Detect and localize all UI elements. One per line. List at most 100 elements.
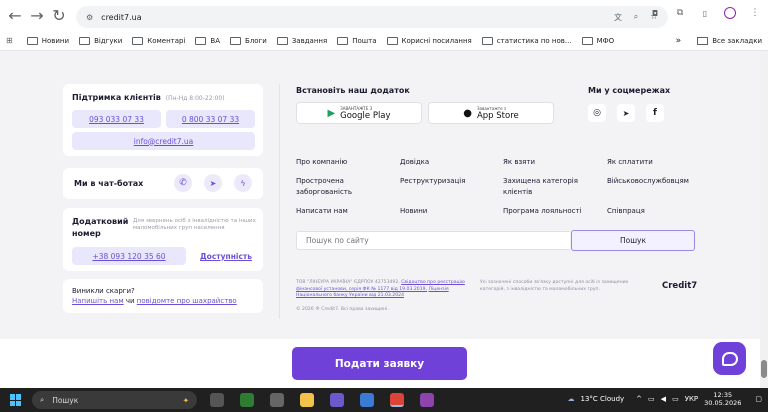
footer-link[interactable]: Довідка bbox=[400, 157, 429, 168]
app-icon[interactable] bbox=[420, 393, 434, 407]
scrollbar-thumb[interactable] bbox=[761, 360, 767, 378]
site-search-input[interactable] bbox=[296, 231, 570, 250]
tray-chevron-icon[interactable]: ^ bbox=[636, 395, 642, 403]
site-info-icon[interactable]: ⚙ bbox=[86, 13, 93, 22]
footer-link[interactable]: Про компанію bbox=[296, 157, 347, 168]
apple-icon: ● bbox=[463, 107, 472, 119]
divider bbox=[279, 84, 280, 319]
folder-icon bbox=[26, 36, 38, 45]
copilot-app-icon[interactable] bbox=[330, 393, 344, 407]
folder-icon bbox=[276, 36, 288, 45]
calculator-app-icon[interactable] bbox=[270, 393, 284, 407]
weather-text[interactable]: 13°C Cloudy bbox=[581, 395, 625, 403]
bookmark-item[interactable]: Пошта bbox=[337, 36, 377, 45]
folder-icon bbox=[79, 36, 91, 45]
footer-link[interactable]: Як взяти bbox=[503, 157, 535, 168]
telegram-icon[interactable]: ➤ bbox=[204, 174, 222, 192]
sidebar-icon[interactable]: ▯ bbox=[698, 6, 712, 20]
app-icon[interactable] bbox=[360, 393, 374, 407]
chatbots-card: Ми в чат-ботах ✆ ➤ ϟ bbox=[63, 168, 263, 199]
accessibility-link[interactable]: Доступність bbox=[200, 252, 252, 261]
extensions-icon[interactable]: ⧉ bbox=[673, 6, 687, 20]
google-play-button[interactable]: ▶ ЗАВАНТАЖТЕ З Google Play bbox=[296, 102, 422, 124]
extra-phone-link[interactable]: +38 093 120 35 60 bbox=[72, 247, 186, 265]
report-fraud-link[interactable]: повідомте про шахрайство bbox=[137, 297, 237, 305]
instagram-icon[interactable]: ◎ bbox=[588, 104, 606, 122]
folder-icon bbox=[337, 36, 349, 45]
chatbots-title: Ми в чат-ботах bbox=[74, 179, 144, 188]
footer-link[interactable]: Прострочена заборгованість bbox=[296, 176, 386, 198]
messenger-icon[interactable]: ϟ bbox=[234, 174, 252, 192]
chat-widget-button[interactable] bbox=[713, 342, 746, 375]
footer-link[interactable]: Співпраця bbox=[607, 206, 645, 217]
windows-start-icon[interactable] bbox=[10, 394, 22, 406]
complaints-card: Виникли скарги? Напишіть нам чи повідомт… bbox=[63, 279, 263, 313]
network-icon[interactable]: ▭ bbox=[648, 395, 655, 403]
accessibility-note: Усі зазначені способи зв'язку доступні д… bbox=[480, 280, 629, 292]
complaints-joiner: чи bbox=[125, 297, 135, 305]
forward-icon[interactable]: → bbox=[28, 6, 46, 25]
more-bookmarks-button[interactable]: » bbox=[676, 36, 682, 46]
profile-avatar[interactable] bbox=[723, 6, 737, 20]
camera-icon[interactable]: ◘ bbox=[648, 6, 662, 20]
widgets-app-icon[interactable] bbox=[240, 393, 254, 407]
address-bar[interactable]: ⚙ credit7.ua 文 ⌕ ☆ bbox=[76, 6, 668, 28]
footer-link[interactable]: Написати нам bbox=[296, 206, 348, 217]
footer-link[interactable]: Військовослужбовцям bbox=[607, 176, 689, 187]
app-store-button[interactable]: ● Завантажте з App Store bbox=[428, 102, 554, 124]
bookmark-item[interactable]: Блоги bbox=[230, 36, 267, 45]
chrome-app-icon[interactable] bbox=[390, 393, 404, 407]
folder-icon bbox=[230, 36, 242, 45]
bookmark-item[interactable]: статистика по нов... bbox=[481, 36, 572, 45]
taskbar-search[interactable]: ⌕ Пошук ✦ bbox=[32, 391, 197, 409]
search-button[interactable]: Пошук bbox=[571, 230, 695, 251]
email-link[interactable]: info@credit7.ua bbox=[72, 132, 255, 150]
bookmark-item[interactable]: МФО bbox=[581, 36, 614, 45]
free-phone-link[interactable]: 0 800 33 07 33 bbox=[166, 110, 255, 128]
folder-icon bbox=[132, 36, 144, 45]
footer-link[interactable]: Захищена категорія клієнтів bbox=[503, 176, 598, 198]
apply-button[interactable]: Подати заявку bbox=[292, 347, 467, 380]
volume-icon[interactable]: ◀ bbox=[661, 395, 666, 403]
translate-icon[interactable]: 文 bbox=[612, 11, 624, 23]
legal-text: ТОВ "ЛІНЕУРА УКРАЇНА" ЄДРПОУ 42753492, С… bbox=[296, 280, 465, 298]
reload-icon[interactable]: ↻ bbox=[50, 6, 68, 25]
menu-icon[interactable]: ⋮ bbox=[748, 6, 762, 20]
footer-link[interactable]: Як сплатити bbox=[607, 157, 653, 168]
bookmark-item[interactable]: Новини bbox=[26, 36, 69, 45]
complaints-title: Виникли скарги? bbox=[72, 287, 135, 295]
footer-link[interactable]: Реструктуризація bbox=[400, 176, 465, 187]
browser-toolbar: ← → ↻ ⚙ credit7.ua 文 ⌕ ☆ ◘ ⧉ ▯ ⋮ bbox=[0, 0, 768, 31]
extra-number-title: Додатковий номер bbox=[72, 217, 129, 238]
apps-icon[interactable]: ⊞ bbox=[6, 36, 13, 45]
page-footer: Підтримка клієнтів (Пн-Нд 8:00-22:00) 09… bbox=[0, 51, 760, 339]
zoom-icon[interactable]: ⌕ bbox=[630, 11, 642, 23]
clock[interactable]: 12:35 30.05.2026 bbox=[704, 391, 741, 407]
windows-taskbar: ⌕ Пошук ✦ ☁ 13°C Cloudy ^ ▭ ◀ ▭ УКР 12:3… bbox=[0, 388, 768, 412]
support-hours: (Пн-Нд 8:00-22:00) bbox=[165, 95, 225, 102]
scrollbar-track[interactable] bbox=[760, 51, 768, 388]
language-indicator[interactable]: УКР bbox=[685, 395, 698, 403]
chat-icon bbox=[721, 351, 738, 366]
bookmark-item[interactable]: ВА bbox=[195, 36, 220, 45]
bookmark-item[interactable]: Завдання bbox=[276, 36, 327, 45]
task-view-icon[interactable] bbox=[210, 393, 224, 407]
bookmark-item[interactable]: Коментарі bbox=[132, 36, 185, 45]
telegram-icon[interactable]: ➤ bbox=[617, 104, 635, 122]
write-us-link[interactable]: Напишіть нам bbox=[72, 297, 124, 305]
bookmark-item[interactable]: Відгуки bbox=[79, 36, 122, 45]
all-bookmarks-link[interactable]: Все закладки bbox=[712, 37, 762, 45]
app-title: Встановіть наш додаток bbox=[296, 86, 410, 95]
support-title: Підтримка клієнтів bbox=[72, 93, 161, 102]
viber-icon[interactable]: ✆ bbox=[174, 174, 192, 192]
support-phone-link[interactable]: 093 033 07 33 bbox=[72, 110, 161, 128]
back-icon[interactable]: ← bbox=[6, 6, 24, 25]
notifications-icon[interactable]: ▢ bbox=[755, 395, 762, 403]
battery-icon[interactable]: ▭ bbox=[672, 395, 679, 403]
footer-link[interactable]: Новини bbox=[400, 206, 427, 217]
facebook-icon[interactable]: f bbox=[646, 104, 664, 122]
file-explorer-icon[interactable] bbox=[300, 393, 314, 407]
footer-link[interactable]: Програма лояльності bbox=[503, 206, 582, 217]
folder-icon bbox=[481, 36, 493, 45]
bookmark-item[interactable]: Корисні посилання bbox=[386, 36, 472, 45]
